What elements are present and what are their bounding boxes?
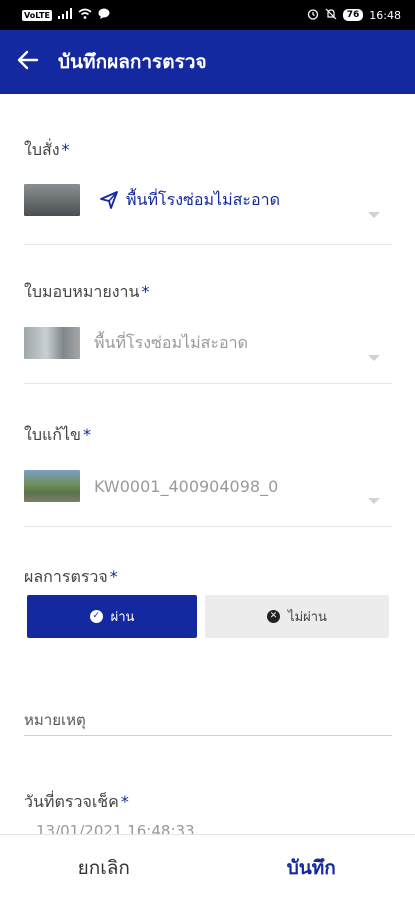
fail-button[interactable]: ✕ ไม่ผ่าน (205, 595, 389, 638)
signal-icon (57, 8, 72, 22)
send-icon (98, 189, 120, 211)
assignment-select[interactable]: พื้นที่โรงซ่อมไม่สะอาด (24, 313, 392, 373)
correction-label: ใบแก้ไข * (24, 423, 91, 448)
assignment-label: ใบมอบหมายงาน * (24, 280, 149, 305)
back-button[interactable] (0, 30, 56, 94)
arrow-left-icon (17, 50, 39, 74)
chat-icon (98, 8, 110, 22)
check-date-value[interactable]: 13/01/2021 16:48:33 (36, 822, 195, 834)
assignment-label-text: ใบมอบหมายงาน (24, 282, 140, 301)
remark-input[interactable] (24, 704, 392, 736)
order-thumbnail (24, 184, 80, 216)
required-mark: * (82, 425, 91, 444)
status-bar-right: 76 16:48 (307, 8, 401, 23)
pass-label: ผ่าน (110, 610, 135, 625)
chevron-down-icon (368, 212, 380, 218)
check-date-label-text: วันที่ตรวจเช็ค (24, 792, 119, 811)
chevron-down-icon (368, 355, 380, 361)
clock-time: 16:48 (369, 8, 401, 22)
result-label-text: ผลการตรวจ (24, 567, 108, 586)
assignment-thumbnail (24, 327, 80, 359)
form-content[interactable]: ใบสั่ง * พื้นที่โรงซ่อมไม่สะอาด ใบมอบหมาย… (0, 94, 415, 834)
assignment-value: พื้นที่โรงซ่อมไม่สะอาด (94, 332, 248, 352)
order-select[interactable]: พื้นที่โรงซ่อมไม่สะอาด (24, 170, 392, 230)
cancel-button[interactable]: ยกเลิก (0, 853, 208, 883)
correction-thumbnail (24, 470, 80, 502)
network-badge: VoLTE (22, 9, 52, 21)
divider (24, 244, 392, 245)
save-button[interactable]: บันทึก (208, 853, 415, 883)
required-mark: * (61, 140, 70, 159)
close-circle-icon: ✕ (267, 610, 281, 623)
order-label: ใบสั่ง * (24, 138, 70, 163)
order-label-text: ใบสั่ง (24, 140, 60, 159)
required-mark: * (120, 792, 129, 811)
divider (24, 383, 392, 384)
bottom-action-bar: ยกเลิก บันทึก (0, 834, 415, 900)
battery-icon: 76 (342, 9, 364, 21)
correction-label-text: ใบแก้ไข (24, 425, 81, 444)
correction-value: KW0001_400904098_0 (94, 476, 279, 496)
divider (24, 526, 392, 527)
status-bar-left: VoLTE (22, 8, 110, 22)
required-mark: * (141, 282, 150, 301)
chevron-down-icon (368, 498, 380, 504)
check-circle-icon: ✓ (89, 610, 103, 623)
app-bar: บันทึกผลการตรวจ (0, 30, 415, 94)
mute-icon (325, 8, 337, 23)
wifi-icon (78, 8, 92, 22)
page-title: บันทึกผลการตรวจ (58, 51, 207, 73)
required-mark: * (109, 567, 118, 586)
check-date-label: วันที่ตรวจเช็ค * (24, 790, 129, 815)
pass-button[interactable]: ✓ ผ่าน (27, 595, 197, 638)
order-value: พื้นที่โรงซ่อมไม่สะอาด (126, 189, 280, 209)
correction-select[interactable]: KW0001_400904098_0 (24, 456, 392, 516)
alarm-icon (307, 8, 319, 23)
fail-label: ไม่ผ่าน (288, 610, 327, 625)
result-label: ผลการตรวจ * (24, 565, 118, 590)
status-bar: VoLTE 76 16:48 (0, 0, 415, 30)
